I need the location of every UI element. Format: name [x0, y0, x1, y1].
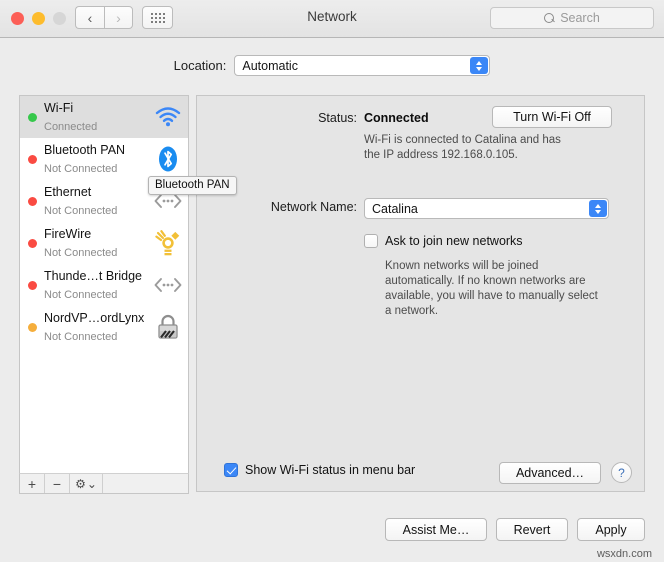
service-actions-menu-button[interactable]: ⚙ ⌄	[70, 474, 103, 493]
sidebar-item-thunderbolt-bridge[interactable]: Thunde…t Bridge Not Connected	[20, 264, 188, 306]
service-state: Not Connected	[44, 163, 118, 175]
bluetooth-icon	[154, 145, 182, 173]
service-state: Connected	[44, 121, 98, 133]
wifi-icon	[154, 103, 182, 131]
footer-button-bar: Assist Me… Revert Apply	[0, 518, 664, 541]
sidebar-item-firewire[interactable]: FireWire Not Connected	[20, 222, 188, 264]
search-input[interactable]: Search	[490, 7, 654, 29]
sidebar-footer-spacer	[103, 474, 188, 493]
advanced-button[interactable]: Advanced…	[499, 462, 601, 484]
search-placeholder: Search	[560, 11, 600, 25]
add-service-button[interactable]: +	[20, 474, 45, 493]
location-value: Automatic	[242, 58, 298, 73]
service-name: Wi-Fi	[44, 101, 74, 115]
location-row: Location: Automatic	[0, 55, 664, 76]
gear-icon: ⚙	[75, 476, 86, 491]
service-state: Not Connected	[44, 247, 118, 259]
sidebar-item-nordvpn[interactable]: NordVP…ordLynx Not Connected	[20, 306, 188, 348]
network-name-value: Catalina	[372, 201, 418, 216]
sidebar-item-bluetooth-pan[interactable]: Bluetooth PAN Not Connected	[20, 138, 188, 180]
show-wifi-status-label: Show Wi-Fi status in menu bar	[245, 463, 416, 477]
apply-button[interactable]: Apply	[577, 518, 645, 541]
service-state: Not Connected	[44, 289, 118, 301]
bridge-icon	[154, 271, 182, 299]
service-name: FireWire	[44, 227, 92, 241]
turn-wifi-off-button[interactable]: Turn Wi-Fi Off	[492, 106, 612, 128]
status-dot	[28, 154, 37, 164]
network-services-sidebar[interactable]: Wi-Fi Connected Bluetooth PAN Not Connec…	[19, 95, 189, 493]
status-dot	[28, 280, 37, 290]
stepper-arrows-icon	[589, 200, 607, 217]
network-name-select[interactable]: Catalina	[364, 198, 609, 219]
plus-icon: +	[27, 475, 37, 492]
window-titlebar: ‹ › Network Search	[0, 0, 664, 38]
remove-service-button[interactable]: −	[45, 474, 70, 493]
status-label: Status:	[318, 111, 357, 125]
watermark: wsxdn.com	[596, 548, 652, 560]
stepper-arrows-icon	[470, 57, 489, 74]
sidebar-item-wifi[interactable]: Wi-Fi Connected	[20, 96, 188, 138]
show-status-row[interactable]: Show Wi-Fi status in menu bar	[224, 463, 415, 477]
service-state: Not Connected	[44, 205, 118, 217]
assist-me-button[interactable]: Assist Me…	[385, 518, 487, 541]
ask-to-join-label: Ask to join new networks	[385, 234, 523, 248]
wifi-settings-panel: Status: Connected Wi-Fi is connected to …	[196, 95, 645, 492]
status-dot	[28, 112, 37, 122]
show-wifi-status-checkbox[interactable]	[224, 463, 238, 477]
service-name: Bluetooth PAN	[44, 143, 126, 157]
firewire-icon	[154, 229, 182, 257]
help-button[interactable]: ?	[611, 462, 632, 483]
vpn-lock-icon	[154, 313, 182, 341]
ask-to-join-row[interactable]: Ask to join new networks	[364, 234, 523, 248]
service-name: Ethernet	[44, 185, 92, 199]
status-dot	[28, 238, 37, 248]
panel-bottom-bar: Show Wi-Fi status in menu bar Advanced… …	[197, 454, 644, 491]
ask-to-join-checkbox[interactable]	[364, 234, 378, 248]
status-description: Wi-Fi is connected to Catalina and has t…	[364, 134, 561, 161]
chevron-down-icon: ⌄	[86, 476, 97, 491]
service-state: Not Connected	[44, 331, 118, 343]
status-dot	[28, 322, 37, 332]
minus-icon: −	[52, 475, 62, 492]
sidebar-footer-toolbar: + − ⚙ ⌄	[19, 473, 189, 494]
status-dot	[28, 196, 37, 206]
network-name-label: Network Name:	[270, 200, 357, 214]
location-select[interactable]: Automatic	[234, 55, 491, 76]
search-icon	[544, 12, 555, 24]
revert-button[interactable]: Revert	[496, 518, 568, 541]
network-services-list: Wi-Fi Connected Bluetooth PAN Not Connec…	[20, 96, 188, 348]
location-label: Location:	[173, 58, 227, 73]
status-value: Connected	[364, 111, 429, 125]
tooltip: Bluetooth PAN	[148, 176, 237, 195]
ask-to-join-hint: Known networks will be joined automatica…	[385, 260, 598, 317]
service-name: Thunde…t Bridge	[44, 269, 142, 283]
service-name: NordVP…ordLynx	[44, 311, 145, 325]
